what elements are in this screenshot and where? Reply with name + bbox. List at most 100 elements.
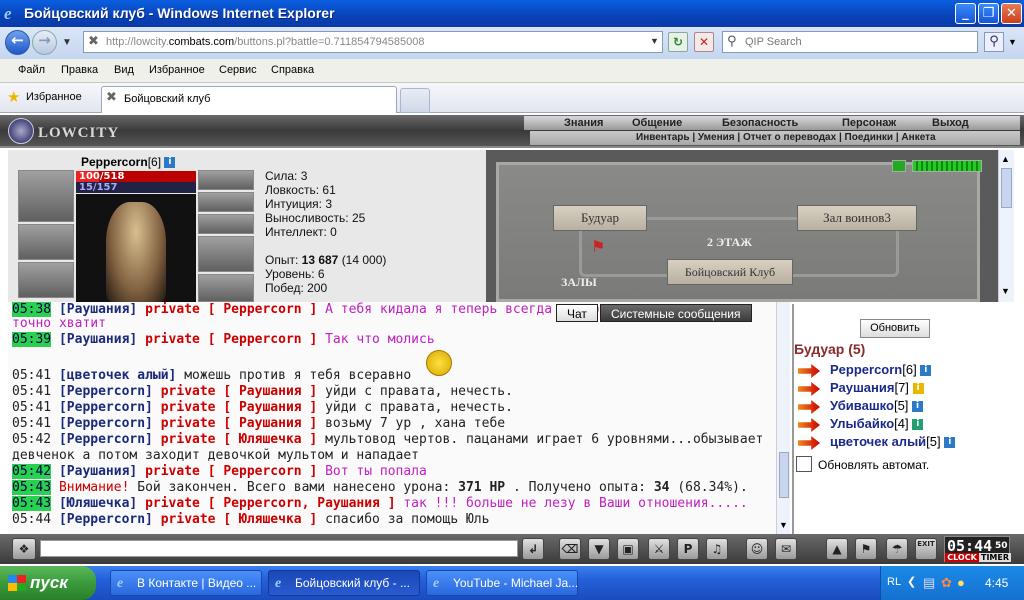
info-icon[interactable]: i	[164, 157, 176, 169]
room-user-name[interactable]: Peppercorn	[830, 362, 902, 377]
info-icon[interactable]: i	[912, 401, 924, 413]
info-icon[interactable]: i	[944, 437, 956, 449]
map-club-link[interactable]: Бойцовский Клуб	[667, 259, 793, 285]
private-icon[interactable]: P	[677, 538, 699, 560]
save-icon[interactable]: ▣	[617, 538, 639, 560]
address-dropdown-icon[interactable]: ▼	[650, 36, 659, 46]
info-icon[interactable]: i	[920, 365, 932, 377]
chat-nick[interactable]: [Peppercorn]	[59, 432, 153, 447]
amulet-slot[interactable]	[18, 224, 74, 260]
refresh-button[interactable]: Обновить	[860, 319, 930, 338]
chat-scroll-down-icon[interactable]: ▼	[779, 520, 788, 530]
info-icon[interactable]: i	[912, 383, 924, 395]
nav-communication[interactable]: Общение	[632, 117, 682, 129]
chat-private-target[interactable]: private [ Peppercorn ]	[145, 332, 317, 347]
private-message-icon[interactable]	[798, 364, 820, 378]
room-user[interactable]: Peppercorn[6] i	[830, 362, 932, 377]
map-halls-label[interactable]: ЗАЛЫ	[561, 275, 597, 290]
nav-security[interactable]: Безопасность	[722, 117, 798, 129]
chat-private-target[interactable]: private [ Юляшечка ]	[161, 432, 318, 447]
shield-slot[interactable]	[198, 274, 254, 302]
gloves-slot[interactable]	[198, 236, 254, 272]
nav-exit[interactable]: Выход	[932, 117, 969, 129]
filter-icon[interactable]: ▼	[588, 538, 610, 560]
tab-system-messages[interactable]: Системные сообщения	[600, 304, 752, 322]
tray-app-icon[interactable]: ●	[957, 575, 965, 590]
menu-file[interactable]: Файл	[18, 64, 45, 76]
chat-private-target[interactable]: private [ Раушания ]	[161, 416, 318, 431]
chat-input[interactable]	[40, 540, 518, 557]
menu-edit[interactable]: Правка	[61, 64, 98, 76]
exit-icon[interactable]: EXIT	[915, 538, 937, 560]
search-go-icon[interactable]: ⚲	[984, 32, 1004, 52]
eraser-icon[interactable]: ⌫	[559, 538, 581, 560]
chat-private-target[interactable]: private [ Peppercorn, Раушания ]	[145, 496, 395, 511]
room-user-name[interactable]: Улыбайко	[830, 416, 894, 431]
room-user-name[interactable]: цветочек алый	[830, 434, 926, 449]
info-icon[interactable]: i	[912, 419, 924, 431]
scroll-thumb[interactable]	[1001, 168, 1012, 208]
back-button[interactable]: ←	[5, 30, 30, 55]
maximize-button[interactable]: ❐	[978, 3, 999, 24]
chat-nick[interactable]: [цветочек алый]	[59, 368, 176, 383]
room-boudoir-link[interactable]: Будуар	[553, 205, 647, 231]
top-scrollbar[interactable]: ▲ ▼	[998, 150, 1014, 302]
tab-chat[interactable]: Чат	[556, 304, 598, 322]
helmet-slot[interactable]	[18, 170, 74, 222]
chat-private-target[interactable]: private [ Peppercorn ]	[145, 464, 317, 479]
menu-view[interactable]: Вид	[114, 64, 134, 76]
sound-icon[interactable]: ♫	[706, 538, 728, 560]
weapon-slot[interactable]	[18, 262, 74, 298]
scroll-up-icon[interactable]: ▲	[1001, 154, 1010, 164]
clock-label[interactable]: CLOCK	[945, 553, 979, 562]
character-avatar[interactable]	[76, 194, 196, 302]
tray-expand-icon[interactable]: ❮	[907, 575, 916, 588]
room-user-name[interactable]: Убивашко	[830, 398, 894, 413]
taskbar-item-vkontakte[interactable]: eВ Контакте | Видео ...	[110, 570, 262, 596]
ring-slot[interactable]	[198, 192, 254, 212]
inventory-icon[interactable]: ▲	[826, 538, 848, 560]
search-options-icon[interactable]: ▼	[1008, 37, 1017, 47]
chat-nick[interactable]: [Peppercorn]	[59, 400, 153, 415]
scroll-down-icon[interactable]: ▼	[1001, 286, 1010, 296]
room-user[interactable]: Улыбайко[4] i	[830, 416, 924, 431]
room-user[interactable]: Убивашко[5] i	[830, 398, 924, 413]
room-warriors-link[interactable]: Зал воинов3	[797, 205, 917, 231]
chat-scrollbar[interactable]: ▼	[776, 302, 790, 534]
network-icon[interactable]: ▤	[923, 575, 935, 591]
nav-knowledge[interactable]: Знания	[564, 117, 603, 129]
chat-nick[interactable]: [Юляшечка]	[59, 496, 137, 511]
chat-scroll-thumb[interactable]	[779, 452, 789, 498]
tab-fighting-club[interactable]: ✖ Бойцовский клуб	[101, 86, 397, 113]
close-button[interactable]: ✕	[1001, 3, 1022, 24]
forward-button[interactable]: →	[32, 30, 57, 55]
private-message-icon[interactable]	[798, 400, 820, 414]
private-message-icon[interactable]	[798, 382, 820, 396]
search-input[interactable]: ⚲ QIP Search	[722, 31, 978, 53]
map-refresh-icon[interactable]	[892, 160, 906, 172]
friends-icon[interactable]: ☂	[886, 538, 908, 560]
history-dropdown-icon[interactable]: ▼	[62, 37, 72, 48]
smiley-icon[interactable]: ☺	[746, 538, 768, 560]
taskbar-item-fighting-club[interactable]: e Бойцовский клуб - ...	[268, 570, 420, 596]
menu-help[interactable]: Справка	[271, 64, 314, 76]
chat-nick[interactable]: [Раушания]	[59, 302, 137, 317]
language-indicator[interactable]: RL	[887, 576, 901, 588]
sub-nav-links[interactable]: Инвентарь | Умения | Отчет о переводах |…	[636, 132, 936, 143]
timer-label[interactable]: TIMER	[979, 553, 1011, 562]
stop-icon[interactable]: ✕	[694, 32, 714, 52]
ring-slot[interactable]	[198, 170, 254, 190]
menu-tools[interactable]: Сервис	[219, 64, 257, 76]
chat-nick[interactable]: [Peppercorn]	[59, 512, 153, 527]
private-message-icon[interactable]	[798, 436, 820, 450]
chat-log-icon[interactable]: ✉	[775, 538, 797, 560]
chat-private-target[interactable]: private [ Юляшечка ]	[161, 512, 318, 527]
chat-private-target[interactable]: private [ Раушания ]	[161, 384, 318, 399]
send-icon[interactable]: ↲	[522, 538, 544, 560]
new-tab-button[interactable]	[400, 88, 430, 113]
clan-icon[interactable]: ⚑	[855, 538, 877, 560]
taskbar-item-youtube[interactable]: e YouTube - Michael Ja...	[426, 570, 578, 596]
auto-refresh-checkbox[interactable]	[796, 456, 812, 472]
start-button[interactable]: пуск	[0, 566, 96, 600]
address-input[interactable]: ✖ http://lowcity.combats.com/buttons.pl?…	[83, 31, 663, 53]
